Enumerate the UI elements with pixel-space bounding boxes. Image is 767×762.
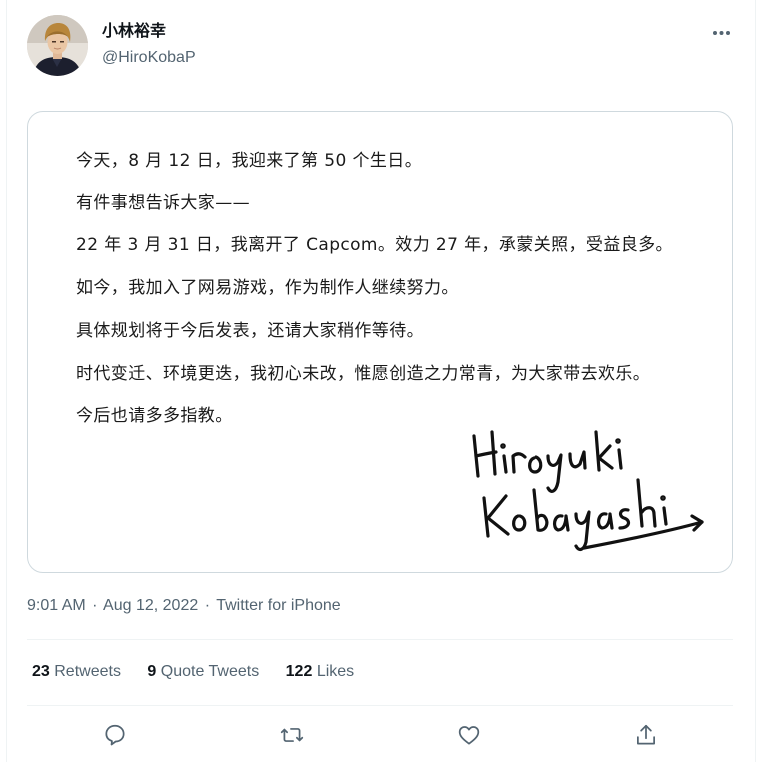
quote-tweets-count: 9 bbox=[147, 663, 157, 680]
handwritten-signature bbox=[472, 430, 704, 552]
likes-label: Likes bbox=[316, 663, 355, 680]
like-icon bbox=[458, 726, 480, 745]
share-icon bbox=[637, 724, 655, 745]
quote-tweets-label: Quote Tweets bbox=[160, 663, 260, 680]
retweets-count: 23 bbox=[32, 663, 50, 680]
letter-line-3: 22 年 3 月 31 日，我离开了 Capcom。效力 27 年，承蒙关照，受… bbox=[76, 235, 673, 255]
retweet-icon bbox=[280, 728, 304, 742]
divider bbox=[27, 705, 733, 706]
avatar-photo bbox=[27, 15, 88, 76]
likes-count: 122 bbox=[285, 663, 313, 680]
separator-dot: · bbox=[204, 597, 211, 614]
display-name[interactable]: 小林裕幸 bbox=[102, 20, 166, 42]
source-label: Twitter for iPhone bbox=[216, 597, 341, 614]
more-options-button[interactable] bbox=[704, 22, 738, 44]
retweet-button[interactable] bbox=[279, 722, 305, 748]
tweet-timestamp: 9:01 AM · Aug 12, 2022 · Twitter for iPh… bbox=[27, 595, 341, 617]
letter-line-5: 具体规划将于今后发表，还请大家稍作等待。 bbox=[76, 321, 424, 341]
user-handle[interactable]: @HiroKobaP bbox=[102, 47, 196, 69]
quote-tweets-stat[interactable]: 9 Quote Tweets bbox=[147, 661, 259, 683]
reply-button[interactable] bbox=[102, 722, 128, 748]
retweets-stat[interactable]: 23 Retweets bbox=[32, 661, 121, 683]
letter-line-1: 今天，8 月 12 日，我迎来了第 50 个生日。 bbox=[76, 151, 423, 171]
like-button[interactable] bbox=[456, 722, 482, 748]
reply-icon bbox=[105, 724, 125, 746]
time-link[interactable]: 9:01 AM bbox=[27, 597, 86, 614]
separator-dot: · bbox=[92, 597, 98, 614]
letter-line-2: 有件事想告诉大家—— bbox=[76, 193, 250, 213]
retweets-label: Retweets bbox=[54, 663, 121, 680]
letter-line-6: 时代变迁、环境更迭，我初心未改，惟愿创造之力常青，为大家带去欢乐。 bbox=[76, 364, 651, 384]
likes-stat[interactable]: 122 Likes bbox=[286, 661, 355, 683]
share-button[interactable] bbox=[633, 722, 659, 748]
letter-line-7: 今后也请多多指教。 bbox=[76, 406, 233, 426]
divider bbox=[27, 639, 733, 640]
engagement-stats: 23 Retweets 9 Quote Tweets 122 Likes bbox=[32, 661, 376, 683]
date-link[interactable]: Aug 12, 2022 bbox=[103, 597, 198, 614]
more-icon bbox=[713, 31, 730, 35]
avatar[interactable] bbox=[27, 15, 88, 76]
letter-line-4: 如今，我加入了网易游戏，作为制作人继续努力。 bbox=[76, 278, 459, 298]
tweet-image[interactable]: 今天，8 月 12 日，我迎来了第 50 个生日。 有件事想告诉大家—— 22 … bbox=[27, 111, 733, 573]
